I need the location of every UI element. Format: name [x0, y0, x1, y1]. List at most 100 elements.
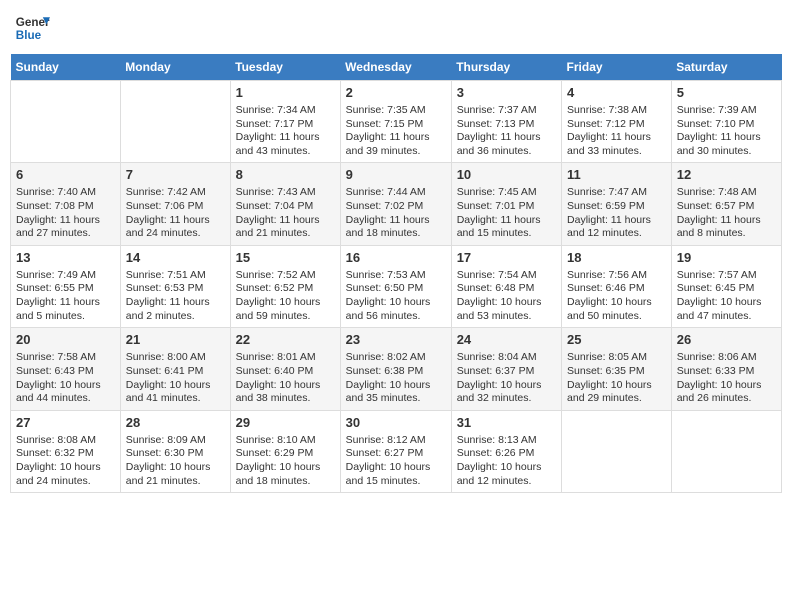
day-info: Sunrise: 8:12 AM Sunset: 6:27 PM Dayligh… [346, 434, 446, 489]
day-info: Sunrise: 7:58 AM Sunset: 6:43 PM Dayligh… [16, 351, 115, 406]
weekday-header-friday: Friday [562, 54, 672, 81]
calendar-cell: 28 Sunrise: 8:09 AM Sunset: 6:30 PM Dayli… [120, 410, 230, 492]
day-info: Sunrise: 8:08 AM Sunset: 6:32 PM Dayligh… [16, 434, 115, 489]
day-number: 12 [677, 167, 776, 184]
day-number: 4 [567, 85, 666, 102]
day-info: Sunrise: 7:57 AM Sunset: 6:45 PM Dayligh… [677, 269, 776, 324]
calendar-cell: 11 Sunrise: 7:47 AM Sunset: 6:59 PM Dayli… [562, 163, 672, 245]
calendar-week-row: 13 Sunrise: 7:49 AM Sunset: 6:55 PM Dayli… [11, 245, 782, 327]
day-info: Sunrise: 7:45 AM Sunset: 7:01 PM Dayligh… [457, 186, 556, 241]
weekday-header-sunday: Sunday [11, 54, 121, 81]
calendar-cell: 21Sunrise: 8:00 AM Sunset: 6:41 PM Dayli… [120, 328, 230, 410]
calendar-cell: 22 Sunrise: 8:01 AM Sunset: 6:40 PM Dayli… [230, 328, 340, 410]
day-number: 19 [677, 250, 776, 267]
weekday-header-row: SundayMondayTuesdayWednesdayThursdayFrid… [11, 54, 782, 81]
calendar-cell: 13 Sunrise: 7:49 AM Sunset: 6:55 PM Dayli… [11, 245, 121, 327]
logo-icon: General Blue [14, 10, 50, 46]
calendar-cell: 9 Sunrise: 7:44 AM Sunset: 7:02 PM Daylig… [340, 163, 451, 245]
day-info: Sunrise: 7:52 AM Sunset: 6:52 PM Dayligh… [236, 269, 335, 324]
weekday-header-wednesday: Wednesday [340, 54, 451, 81]
day-number: 8 [236, 167, 335, 184]
calendar-cell: 15 Sunrise: 7:52 AM Sunset: 6:52 PM Dayli… [230, 245, 340, 327]
day-number: 25 [567, 332, 666, 349]
day-number: 13 [16, 250, 115, 267]
day-info: Sunrise: 7:51 AM Sunset: 6:53 PM Dayligh… [126, 269, 225, 324]
day-info: Sunrise: 7:47 AM Sunset: 6:59 PM Dayligh… [567, 186, 666, 241]
day-number: 23 [346, 332, 446, 349]
day-info: Sunrise: 7:37 AM Sunset: 7:13 PM Dayligh… [457, 104, 556, 159]
calendar-week-row: 27Sunrise: 8:08 AM Sunset: 6:32 PM Dayli… [11, 410, 782, 492]
calendar-cell: 17 Sunrise: 7:54 AM Sunset: 6:48 PM Dayli… [451, 245, 561, 327]
calendar-cell: 24 Sunrise: 8:04 AM Sunset: 6:37 PM Dayli… [451, 328, 561, 410]
day-number: 17 [457, 250, 556, 267]
day-number: 1 [236, 85, 335, 102]
calendar-cell: 10Sunrise: 7:45 AM Sunset: 7:01 PM Dayli… [451, 163, 561, 245]
day-info: Sunrise: 7:48 AM Sunset: 6:57 PM Dayligh… [677, 186, 776, 241]
day-number: 29 [236, 415, 335, 432]
day-number: 22 [236, 332, 335, 349]
calendar-cell: 7 Sunrise: 7:42 AM Sunset: 7:06 PM Daylig… [120, 163, 230, 245]
day-info: Sunrise: 8:01 AM Sunset: 6:40 PM Dayligh… [236, 351, 335, 406]
calendar-cell: 12 Sunrise: 7:48 AM Sunset: 6:57 PM Dayli… [671, 163, 781, 245]
calendar-cell: 2 Sunrise: 7:35 AM Sunset: 7:15 PM Daylig… [340, 81, 451, 163]
calendar-cell: 14 Sunrise: 7:51 AM Sunset: 6:53 PM Dayli… [120, 245, 230, 327]
day-info: Sunrise: 7:43 AM Sunset: 7:04 PM Dayligh… [236, 186, 335, 241]
day-number: 7 [126, 167, 225, 184]
calendar-cell: 26 Sunrise: 8:06 AM Sunset: 6:33 PM Dayli… [671, 328, 781, 410]
day-number: 14 [126, 250, 225, 267]
calendar-week-row: 20Sunrise: 7:58 AM Sunset: 6:43 PM Dayli… [11, 328, 782, 410]
day-info: Sunrise: 7:56 AM Sunset: 6:46 PM Dayligh… [567, 269, 666, 324]
page-header: General Blue [10, 10, 782, 46]
calendar-cell: 30 Sunrise: 8:12 AM Sunset: 6:27 PM Dayli… [340, 410, 451, 492]
weekday-header-saturday: Saturday [671, 54, 781, 81]
day-info: Sunrise: 7:49 AM Sunset: 6:55 PM Dayligh… [16, 269, 115, 324]
day-number: 26 [677, 332, 776, 349]
day-info: Sunrise: 8:10 AM Sunset: 6:29 PM Dayligh… [236, 434, 335, 489]
day-number: 18 [567, 250, 666, 267]
calendar-cell: 23 Sunrise: 8:02 AM Sunset: 6:38 PM Dayli… [340, 328, 451, 410]
weekday-header-monday: Monday [120, 54, 230, 81]
day-number: 24 [457, 332, 556, 349]
calendar-cell [671, 410, 781, 492]
day-info: Sunrise: 7:39 AM Sunset: 7:10 PM Dayligh… [677, 104, 776, 159]
calendar-cell: 20Sunrise: 7:58 AM Sunset: 6:43 PM Dayli… [11, 328, 121, 410]
day-number: 28 [126, 415, 225, 432]
day-number: 30 [346, 415, 446, 432]
calendar-cell: 16 Sunrise: 7:53 AM Sunset: 6:50 PM Dayli… [340, 245, 451, 327]
calendar-cell: 18 Sunrise: 7:56 AM Sunset: 6:46 PM Dayli… [562, 245, 672, 327]
day-number: 2 [346, 85, 446, 102]
day-info: Sunrise: 8:05 AM Sunset: 6:35 PM Dayligh… [567, 351, 666, 406]
day-info: Sunrise: 8:00 AM Sunset: 6:41 PM Dayligh… [126, 351, 225, 406]
calendar-cell: 29 Sunrise: 8:10 AM Sunset: 6:29 PM Dayli… [230, 410, 340, 492]
calendar-cell: 3Sunrise: 7:37 AM Sunset: 7:13 PM Daylig… [451, 81, 561, 163]
day-info: Sunrise: 7:38 AM Sunset: 7:12 PM Dayligh… [567, 104, 666, 159]
day-info: Sunrise: 8:13 AM Sunset: 6:26 PM Dayligh… [457, 434, 556, 489]
day-number: 11 [567, 167, 666, 184]
day-info: Sunrise: 8:06 AM Sunset: 6:33 PM Dayligh… [677, 351, 776, 406]
calendar-cell: 8 Sunrise: 7:43 AM Sunset: 7:04 PM Daylig… [230, 163, 340, 245]
weekday-header-tuesday: Tuesday [230, 54, 340, 81]
svg-text:Blue: Blue [16, 29, 42, 42]
calendar-table: SundayMondayTuesdayWednesdayThursdayFrid… [10, 54, 782, 493]
day-info: Sunrise: 7:53 AM Sunset: 6:50 PM Dayligh… [346, 269, 446, 324]
day-info: Sunrise: 8:02 AM Sunset: 6:38 PM Dayligh… [346, 351, 446, 406]
calendar-cell [11, 81, 121, 163]
day-info: Sunrise: 8:09 AM Sunset: 6:30 PM Dayligh… [126, 434, 225, 489]
day-info: Sunrise: 7:54 AM Sunset: 6:48 PM Dayligh… [457, 269, 556, 324]
logo: General Blue [14, 10, 54, 46]
day-number: 6 [16, 167, 115, 184]
calendar-cell [562, 410, 672, 492]
day-info: Sunrise: 7:40 AM Sunset: 7:08 PM Dayligh… [16, 186, 115, 241]
day-info: Sunrise: 7:35 AM Sunset: 7:15 PM Dayligh… [346, 104, 446, 159]
day-info: Sunrise: 7:44 AM Sunset: 7:02 PM Dayligh… [346, 186, 446, 241]
calendar-cell: 5Sunrise: 7:39 AM Sunset: 7:10 PM Daylig… [671, 81, 781, 163]
day-info: Sunrise: 7:42 AM Sunset: 7:06 PM Dayligh… [126, 186, 225, 241]
calendar-week-row: 6 Sunrise: 7:40 AM Sunset: 7:08 PM Daylig… [11, 163, 782, 245]
day-info: Sunrise: 8:04 AM Sunset: 6:37 PM Dayligh… [457, 351, 556, 406]
calendar-cell: 19 Sunrise: 7:57 AM Sunset: 6:45 PM Dayli… [671, 245, 781, 327]
day-number: 15 [236, 250, 335, 267]
day-number: 9 [346, 167, 446, 184]
calendar-cell: 27Sunrise: 8:08 AM Sunset: 6:32 PM Dayli… [11, 410, 121, 492]
calendar-cell: 6 Sunrise: 7:40 AM Sunset: 7:08 PM Daylig… [11, 163, 121, 245]
day-number: 16 [346, 250, 446, 267]
